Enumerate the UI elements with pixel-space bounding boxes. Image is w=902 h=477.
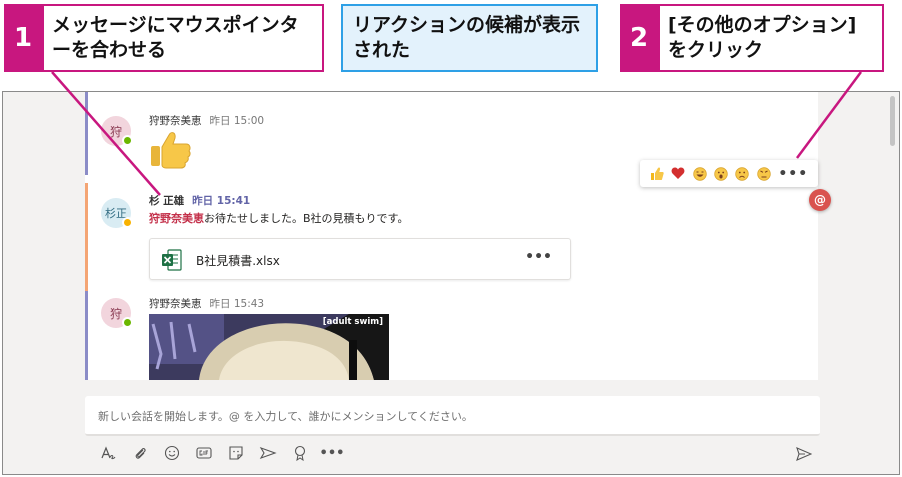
- callout-leader-lines: [51, 71, 863, 196]
- screenshot-root: 1 メッセージにマウスポインターを合わせる リアクションの候補が表示された 2 …: [0, 0, 902, 477]
